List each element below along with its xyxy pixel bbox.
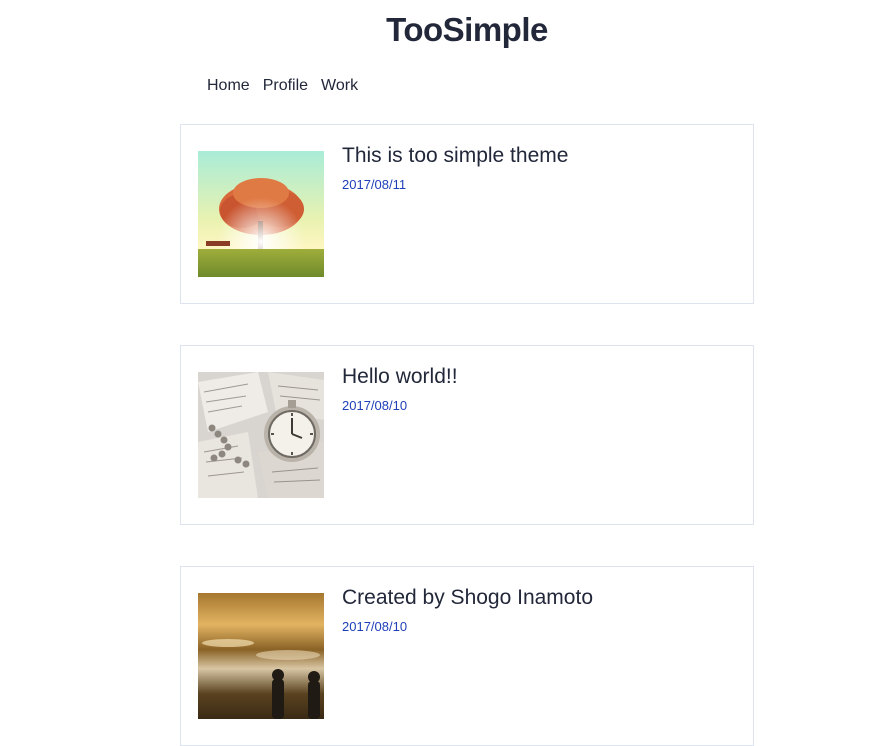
main-nav: Home Profile Work xyxy=(207,76,358,96)
nav-item-work[interactable]: Work xyxy=(321,76,358,96)
post-thumbnail-pocket-watch[interactable] xyxy=(198,372,324,498)
site-title[interactable]: TooSimple xyxy=(0,8,880,52)
post-date: 2017/08/10 xyxy=(342,398,408,413)
nav-item-home[interactable]: Home xyxy=(207,76,250,96)
post-thumbnail-sky[interactable] xyxy=(198,593,324,719)
post-card: This is too simple theme 2017/08/11 xyxy=(180,124,754,304)
post-title[interactable]: Created by Shogo Inamoto xyxy=(342,585,593,611)
post-title[interactable]: This is too simple theme xyxy=(342,143,568,169)
post-card: Hello world!! 2017/08/10 xyxy=(180,345,754,525)
post-thumbnail-tree[interactable] xyxy=(198,151,324,277)
post-card: Created by Shogo Inamoto 2017/08/10 xyxy=(180,566,754,746)
post-date: 2017/08/11 xyxy=(342,177,407,192)
post-title[interactable]: Hello world!! xyxy=(342,364,458,390)
nav-item-profile[interactable]: Profile xyxy=(263,76,308,96)
post-date: 2017/08/10 xyxy=(342,619,408,634)
